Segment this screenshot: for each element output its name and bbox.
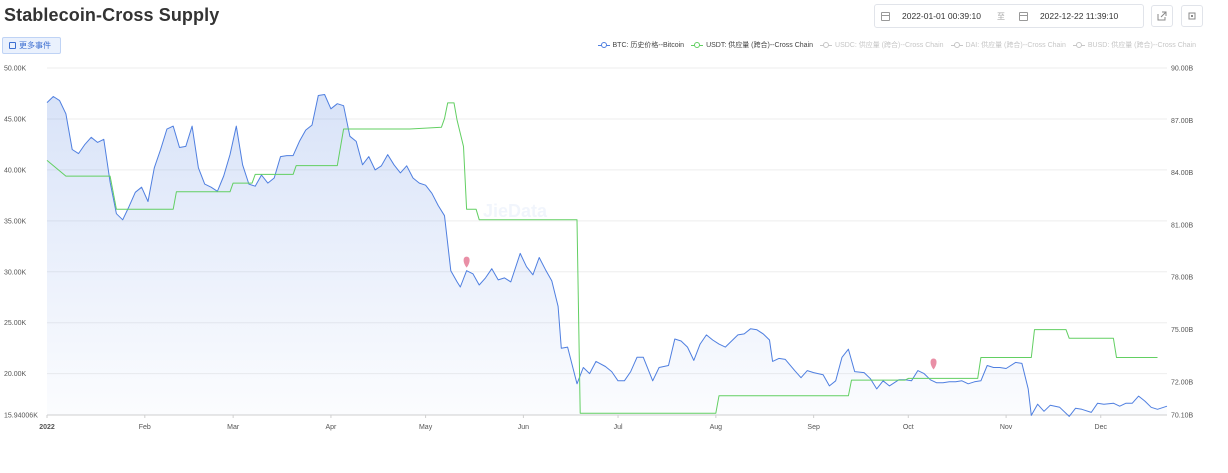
legend-label: BUSD: 供应量 (跨合)--Cross Chain bbox=[1087, 42, 1196, 49]
y-left-tick-label: 40.00K bbox=[4, 167, 27, 174]
y-right-tick-label: 72.00B bbox=[1171, 379, 1194, 386]
more-events-button[interactable]: 更多事件 bbox=[2, 37, 61, 54]
fullscreen-icon bbox=[1188, 12, 1196, 20]
y-left-tick-label: 25.00K bbox=[4, 320, 27, 327]
legend-item[interactable]: BUSD: 供应量 (跨合)--Cross Chain bbox=[1072, 40, 1196, 50]
y-left-tick-label: 35.00K bbox=[4, 218, 27, 225]
x-tick-label: Oct bbox=[903, 424, 914, 431]
y-right-tick-label: 75.00B bbox=[1171, 327, 1194, 334]
export-icon bbox=[1157, 11, 1167, 21]
y-left-tick-label: 20.00K bbox=[4, 371, 27, 378]
legend-line-icon bbox=[820, 41, 833, 49]
legend-item[interactable]: DAI: 供应量 (跨合)--Cross Chain bbox=[950, 40, 1066, 50]
x-tick-label: Apr bbox=[325, 424, 337, 431]
legend-line-icon bbox=[691, 41, 704, 49]
y-right-tick-label: 84.00B bbox=[1171, 170, 1194, 177]
x-tick-label: Feb bbox=[139, 424, 151, 431]
y-left-tick-label: 30.00K bbox=[4, 269, 27, 276]
legend-label: USDC: 供应量 (跨合)--Cross Chain bbox=[835, 42, 944, 49]
watermark-logo: JieData bbox=[483, 201, 548, 221]
x-tick-label: Jun bbox=[518, 424, 529, 431]
fullscreen-button[interactable] bbox=[1181, 5, 1203, 27]
date-range-picker[interactable]: 2022-01-01 00:39:10 至 2022-12-22 11:39:1… bbox=[874, 4, 1144, 28]
legend-label: USDT: 供应量 (跨合)--Cross Chain bbox=[706, 42, 814, 49]
legend-label: DAI: 供应量 (跨合)--Cross Chain bbox=[965, 42, 1066, 49]
date-separator: 至 bbox=[996, 11, 1005, 21]
start-date[interactable]: 2022-01-01 00:39:10 bbox=[902, 11, 981, 21]
event-marker-icon bbox=[463, 256, 470, 268]
chart-legend: BTC: 历史价格--Bitcoin USDT: 供应量 (跨合)--Cross … bbox=[597, 40, 1196, 50]
y-left-tick-label: 15.94006K bbox=[4, 413, 38, 420]
x-tick-label: Aug bbox=[710, 424, 723, 431]
x-tick-label: Mar bbox=[227, 424, 240, 431]
x-tick-label: Nov bbox=[1000, 424, 1013, 431]
y-right-tick-label: 78.00B bbox=[1171, 275, 1194, 282]
export-button[interactable] bbox=[1151, 5, 1173, 27]
y-right-tick-label: 81.00B bbox=[1171, 222, 1194, 229]
y-right-tick-label: 87.00B bbox=[1171, 118, 1194, 125]
event-marker-icon bbox=[930, 358, 937, 370]
x-tick-label: Sep bbox=[807, 424, 820, 431]
legend-item[interactable]: USDT: 供应量 (跨合)--Cross Chain bbox=[691, 40, 813, 50]
chart-canvas: 50.00K 45.00K 40.00K 35.00K 30.00K 25.00K 20.0… bbox=[4, 66, 1194, 432]
calendar-icon bbox=[881, 11, 890, 21]
end-date[interactable]: 2022-12-22 11:39:10 bbox=[1040, 11, 1118, 21]
more-events-label: 更多事件 bbox=[19, 41, 51, 50]
legend-line-icon bbox=[1072, 41, 1085, 49]
y-right-tick-label: 90.00B bbox=[1171, 66, 1194, 73]
legend-item[interactable]: USDC: 供应量 (跨合)--Cross Chain bbox=[820, 40, 944, 50]
y-left-tick-label: 45.00K bbox=[4, 116, 27, 123]
calendar-icon bbox=[1018, 11, 1028, 21]
x-tick-label: 2022 bbox=[39, 424, 55, 431]
page-title: Stablecoin-Cross Supply bbox=[4, 5, 220, 25]
legend-label: BTC: 历史价格--Bitcoin bbox=[612, 42, 685, 49]
legend-item[interactable]: BTC: 历史价格--Bitcoin bbox=[597, 40, 685, 50]
legend-line-icon bbox=[950, 41, 963, 49]
legend-line-icon bbox=[597, 41, 610, 49]
x-tick-label: May bbox=[419, 424, 433, 431]
y-right-tick-label: 70.10B bbox=[1171, 413, 1194, 420]
x-tick-label: Jul bbox=[614, 424, 623, 431]
calendar-icon bbox=[9, 42, 16, 49]
y-left-tick-label: 50.00K bbox=[4, 66, 27, 73]
x-tick-label: Dec bbox=[1095, 424, 1108, 431]
